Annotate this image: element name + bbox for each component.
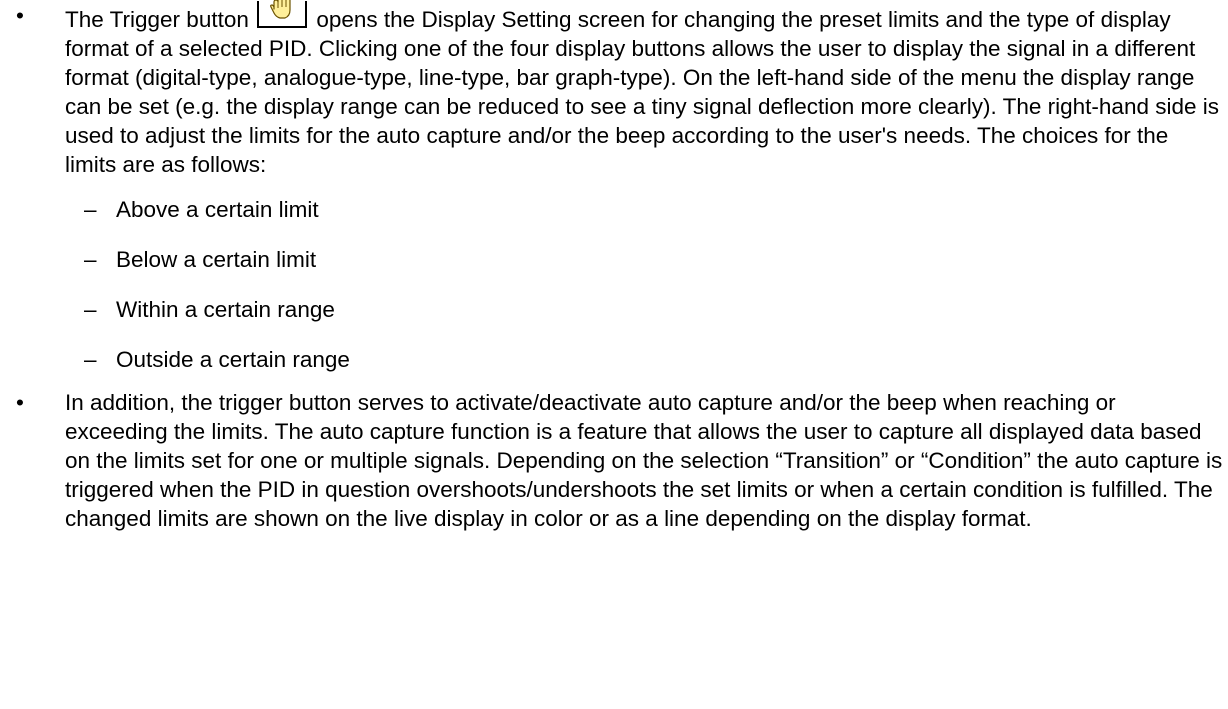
bullet-marker: • (16, 3, 24, 28)
dash-marker: – (84, 197, 97, 222)
trigger-button-hand-icon (257, 0, 308, 28)
list-item-text: Outside a certain range (116, 347, 350, 372)
list-item-text: Below a certain limit (116, 247, 317, 272)
list-item: – Outside a certain range (0, 345, 1228, 374)
paragraph-text-after-icon: opens the Display Setting screen for cha… (65, 7, 1219, 177)
dash-marker: – (84, 247, 97, 272)
dash-marker: – (84, 297, 97, 322)
bullet-paragraph-trigger-button: • The Trigger button opens the Display S… (0, 0, 1228, 179)
list-item: – Above a certain limit (0, 195, 1228, 224)
limit-choices-list: – Above a certain limit – Below a certai… (0, 195, 1228, 374)
dash-marker: – (84, 347, 97, 372)
bullet-paragraph-auto-capture: • In addition, the trigger button serves… (0, 388, 1228, 533)
paragraph-text: In addition, the trigger button serves t… (65, 390, 1223, 531)
bullet-marker: • (16, 390, 24, 415)
paragraph-text: The Trigger button opens the Display Set… (65, 0, 1224, 179)
paragraph-text-before-icon: The Trigger button (65, 7, 256, 32)
list-item-text: Above a certain limit (116, 197, 319, 222)
list-item: – Within a certain range (0, 295, 1228, 324)
list-item: – Below a certain limit (0, 245, 1228, 274)
document-page: • The Trigger button opens the Display S… (0, 0, 1228, 533)
list-item-text: Within a certain range (116, 297, 335, 322)
